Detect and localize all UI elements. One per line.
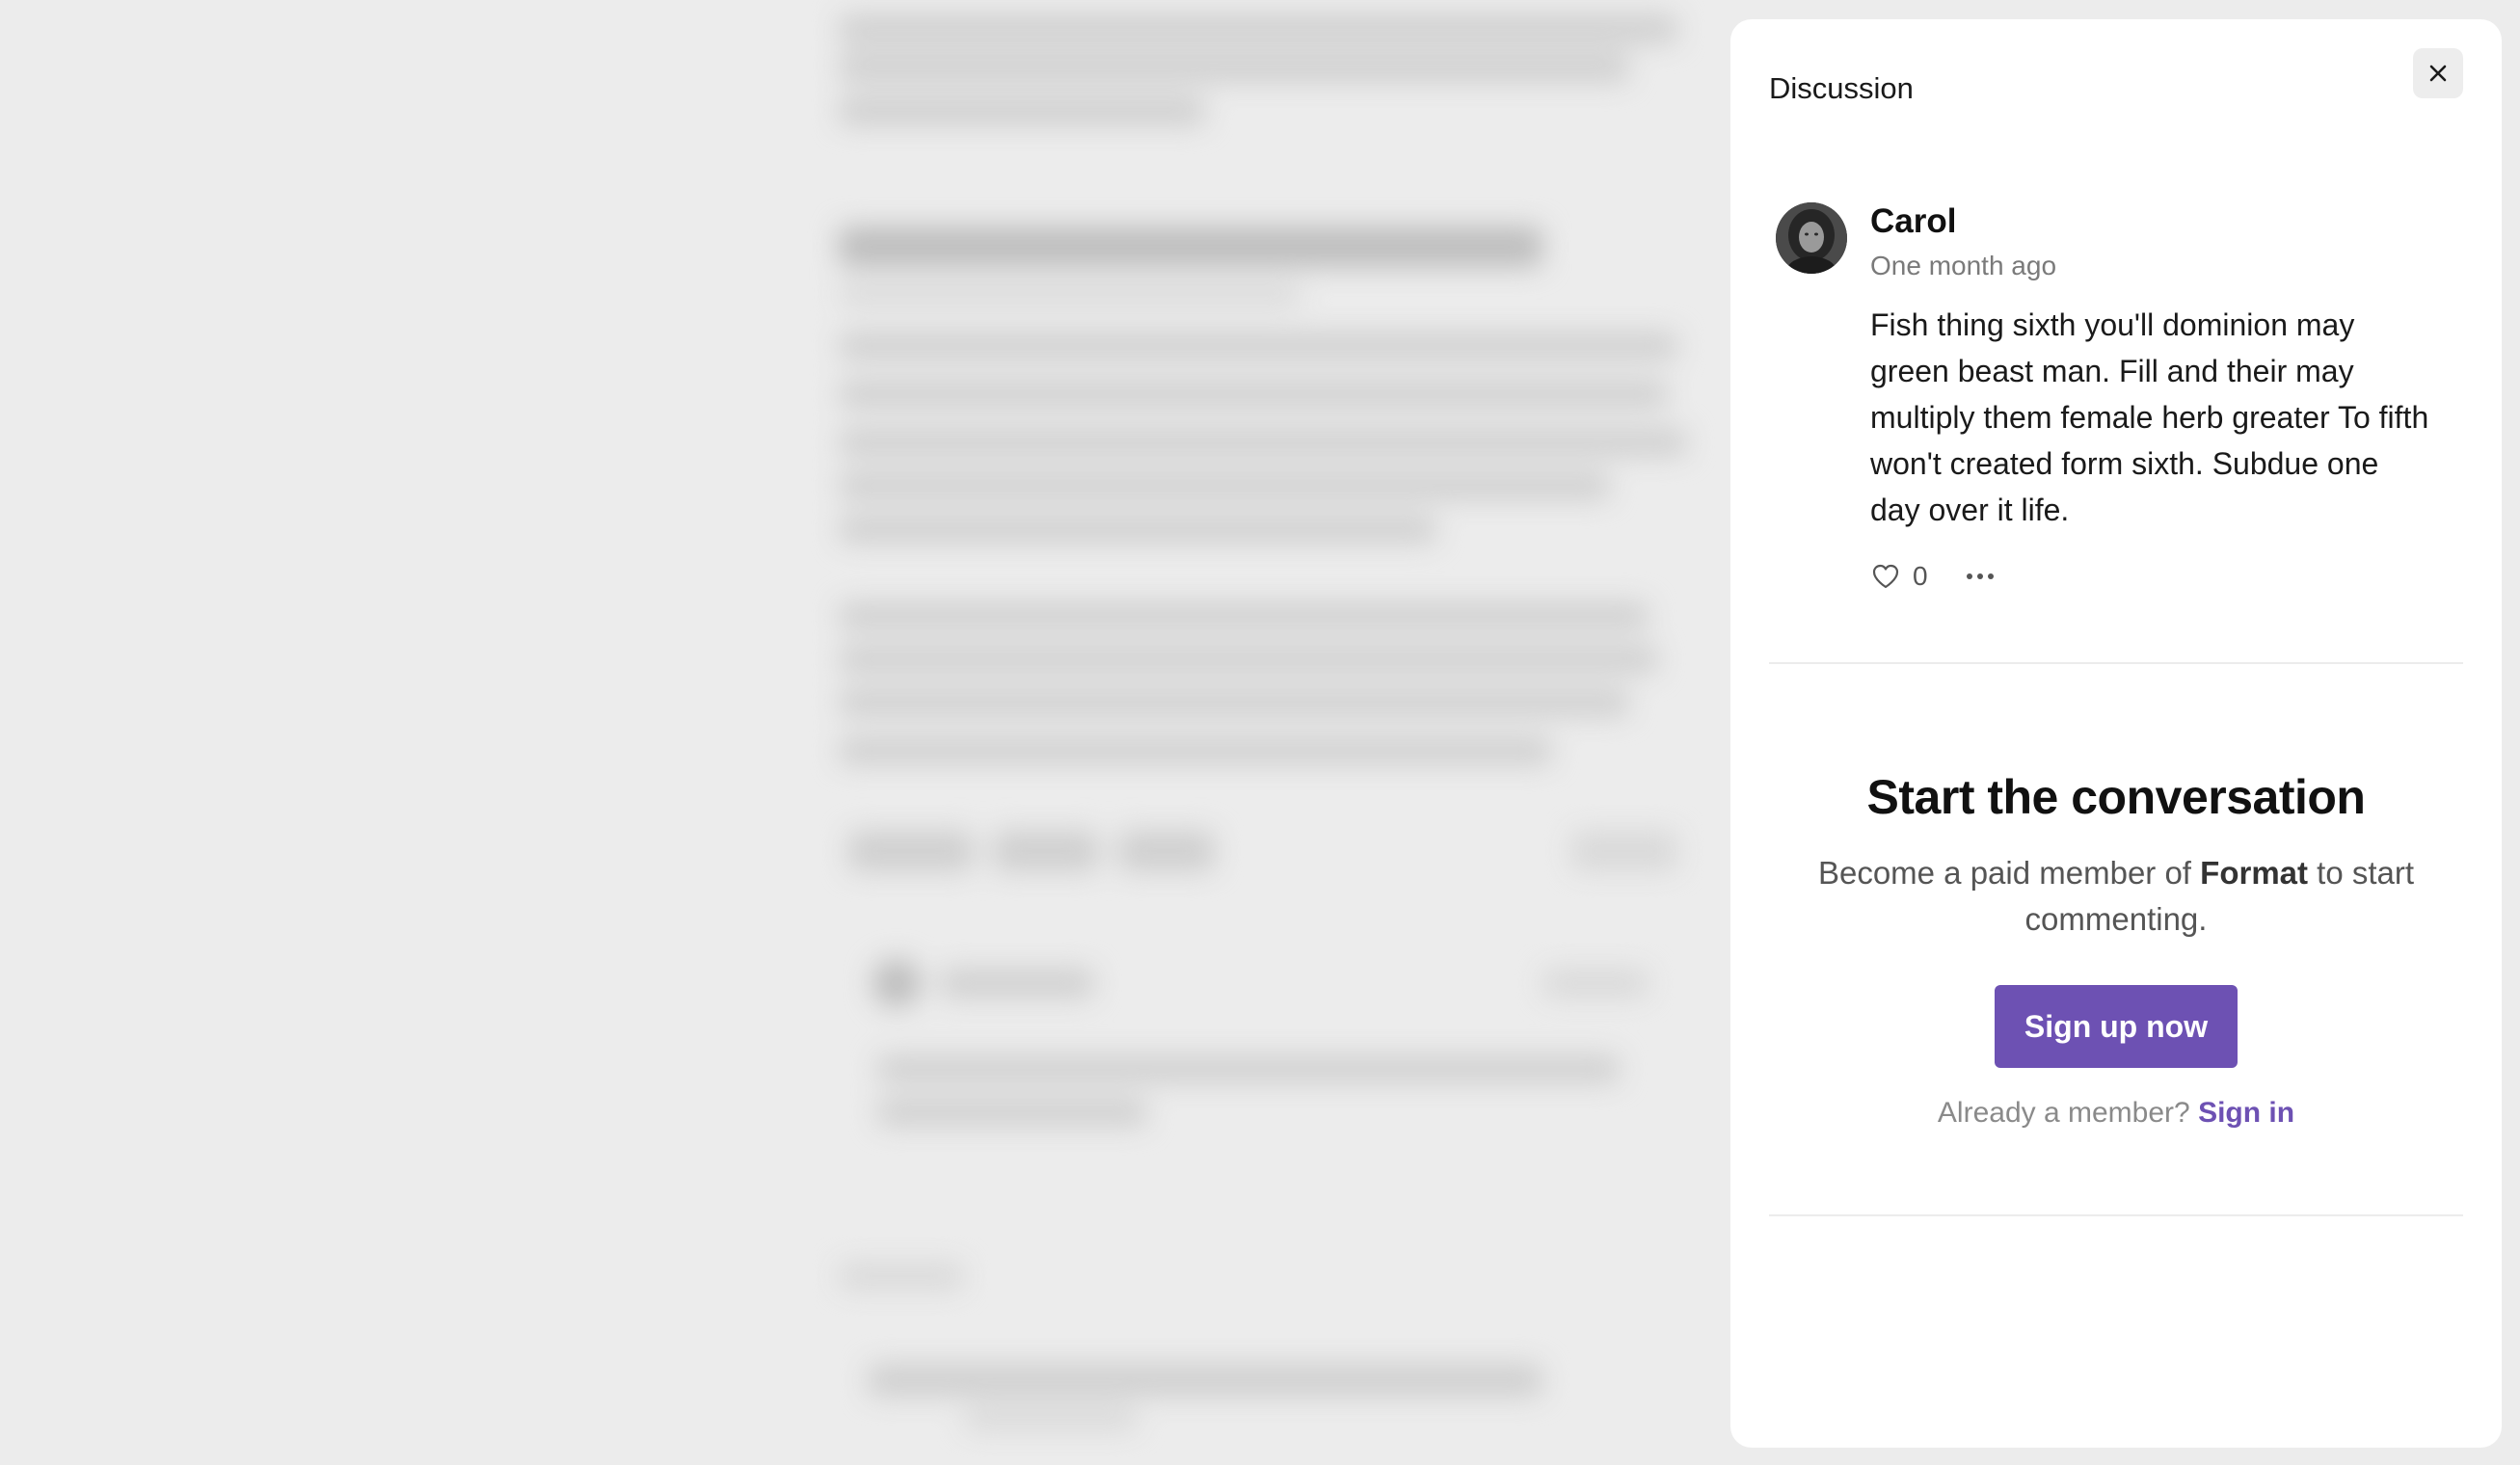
avatar-image [1776,202,1847,274]
divider [1769,1214,2463,1216]
close-button[interactable] [2413,48,2463,98]
comment-timestamp: One month ago [1870,251,2057,280]
heart-icon [1872,564,1899,589]
like-count: 0 [1913,561,1928,591]
signin-line: Already a member? Sign in [1769,1097,2463,1130]
signin-link[interactable]: Sign in [2198,1097,2294,1129]
discussion-panel: Discussion Carol One month ago Fish thin… [1730,19,2502,1448]
avatar[interactable] [1776,202,1847,274]
like-button[interactable]: 0 [1870,561,1928,592]
cta-text: Become a paid member of Format to start … [1808,850,2425,943]
panel-title: Discussion [1769,71,1914,105]
more-dots-icon [1966,573,1994,579]
divider [1769,662,2463,664]
signup-button[interactable]: Sign up now [1995,985,2238,1068]
comment-body: Fish thing sixth you'll dominion may gre… [1870,307,2429,527]
comment-author[interactable]: Carol [1870,204,1956,238]
close-icon [2429,65,2447,82]
cta-title: Start the conversation [1866,770,2366,824]
publication-name: Format [2200,855,2308,891]
comment-actions: 0 [1870,557,1996,596]
more-options-button[interactable] [1965,571,1996,582]
member-prompt: Already a member? [1937,1097,2190,1129]
comment-cta: Start the conversation Become a paid mem… [1769,742,2463,1130]
cta-text-before: Become a paid member of [1817,855,2201,891]
